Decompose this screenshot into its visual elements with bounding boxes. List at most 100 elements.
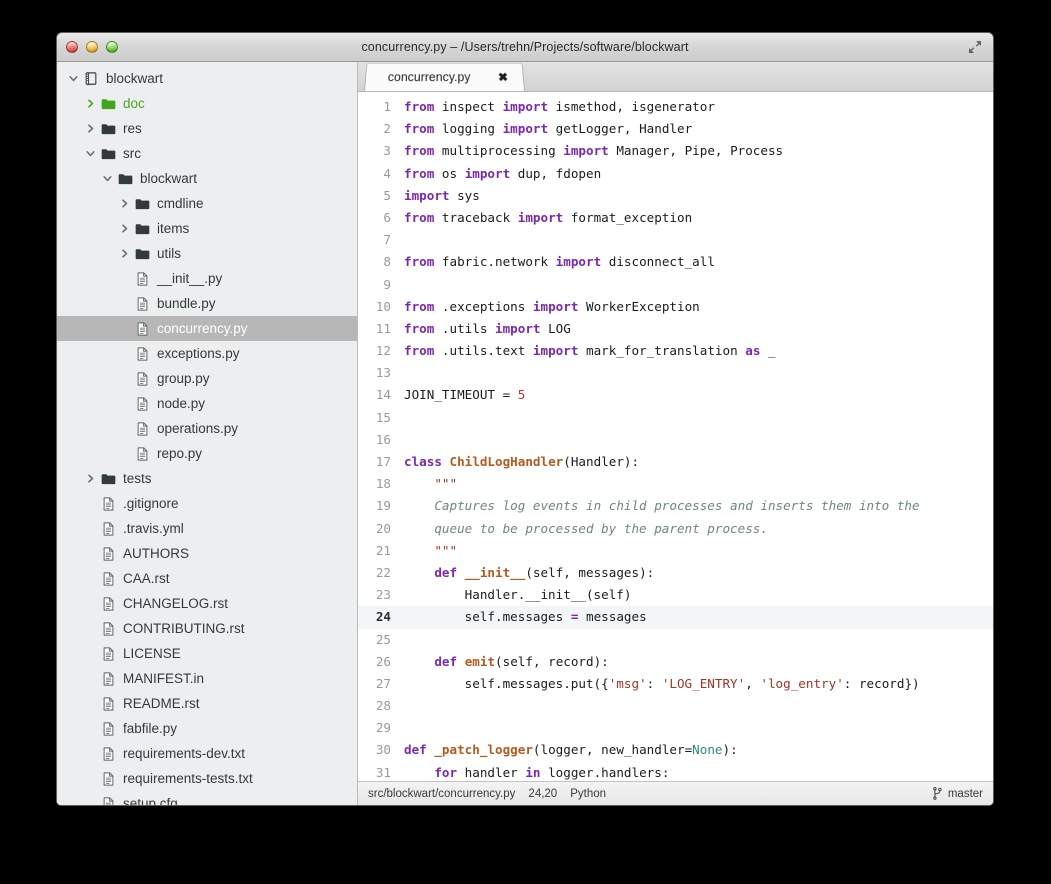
minimize-button[interactable] (86, 41, 98, 53)
code-line[interactable]: 7 (358, 229, 993, 251)
code-content[interactable]: 1 from inspect import ismethod, isgenerat… (358, 96, 993, 781)
code-line[interactable]: 28 (358, 695, 993, 717)
sidebar-item-tests[interactable]: tests (57, 466, 357, 491)
sidebar-item-items[interactable]: items (57, 216, 357, 241)
title-bar[interactable]: concurrency.py – /Users/trehn/Projects/s… (57, 33, 993, 62)
file-icon (98, 621, 118, 636)
file-icon (132, 346, 152, 361)
status-cursor-position: 24,20 (528, 787, 558, 800)
sidebar-item-requirements-dev-txt[interactable]: requirements-dev.txt (57, 741, 357, 766)
line-number: 8 (383, 254, 391, 270)
code-line[interactable]: 27 self.messages.put({'msg': 'LOG_ENTRY'… (358, 673, 993, 695)
maximize-button[interactable] (106, 41, 118, 53)
code-line[interactable]: 17 class ChildLogHandler(Handler): (358, 451, 993, 473)
line-number: 13 (375, 365, 391, 381)
code-line[interactable]: 25 (358, 629, 993, 651)
sidebar-item-authors[interactable]: AUTHORS (57, 541, 357, 566)
sidebar-item-gitignore[interactable]: .gitignore (57, 491, 357, 516)
code-line[interactable]: 19 Captures log events in child processe… (358, 495, 993, 517)
sidebar-item-res[interactable]: res (57, 116, 357, 141)
sidebar-item-changelog-rst[interactable]: CHANGELOG.rst (57, 591, 357, 616)
code-line[interactable]: 18 """ (358, 473, 993, 495)
line-number: 19 (375, 498, 391, 514)
sidebar-item-concurrency-py[interactable]: concurrency.py (57, 316, 357, 341)
code-line[interactable]: 16 (358, 429, 993, 451)
chevron-right-icon[interactable] (82, 124, 98, 133)
code-line[interactable]: 11 from .utils import LOG (358, 318, 993, 340)
code-line[interactable]: 13 (358, 362, 993, 384)
status-file-path: src/blockwart/concurrency.py (368, 787, 516, 800)
sidebar-item-cmdline[interactable]: cmdline (57, 191, 357, 216)
sidebar-item-group-py[interactable]: group.py (57, 366, 357, 391)
code-line[interactable]: 3 from multiprocessing import Manager, Pi… (358, 140, 993, 162)
code-line[interactable]: 15 (358, 407, 993, 429)
sidebar-item-requirements-tests-txt[interactable]: requirements-tests.txt (57, 766, 357, 791)
sidebar-item-label: src (123, 146, 141, 161)
sidebar-item-caa-rst[interactable]: CAA.rst (57, 566, 357, 591)
chevron-right-icon[interactable] (82, 474, 98, 483)
close-icon[interactable]: ✖ (498, 70, 509, 84)
code-line[interactable]: 5 import sys (358, 185, 993, 207)
code-line[interactable]: 8 from fabric.network import disconnect_a… (358, 251, 993, 273)
sidebar-item-src[interactable]: src (57, 141, 357, 166)
chevron-right-icon[interactable] (82, 99, 98, 108)
sidebar-item-utils[interactable]: utils (57, 241, 357, 266)
sidebar-item-label: MANIFEST.in (123, 671, 205, 686)
chevron-right-icon[interactable] (116, 249, 132, 258)
code-line[interactable]: 9 (358, 274, 993, 296)
code-line[interactable]: 23 Handler.__init__(self) (358, 584, 993, 606)
sidebar-item-travis-yml[interactable]: .travis.yml (57, 516, 357, 541)
sidebar-item-label: CAA.rst (123, 571, 170, 586)
sidebar-item-label: bundle.py (157, 296, 216, 311)
status-bar: src/blockwart/concurrency.py 24,20 Pytho… (358, 781, 993, 805)
code-line[interactable]: 26 def emit(self, record): (358, 651, 993, 673)
file-icon (132, 396, 152, 411)
line-number: 24 (375, 609, 391, 625)
status-branch-name[interactable]: master (948, 788, 983, 800)
sidebar-item-fabfile-py[interactable]: fabfile.py (57, 716, 357, 741)
sidebar-item-operations-py[interactable]: operations.py (57, 416, 357, 441)
code-line[interactable]: 30 def _patch_logger(logger, new_handler=… (358, 739, 993, 761)
sidebar-item-node-py[interactable]: node.py (57, 391, 357, 416)
tab-concurrency-py[interactable]: concurrency.py ✖ (364, 62, 525, 91)
sidebar-item-readme-rst[interactable]: README.rst (57, 691, 357, 716)
code-line[interactable]: 12 from .utils.text import mark_for_trans… (358, 340, 993, 362)
folder-icon (132, 248, 152, 260)
code-line[interactable]: 14 JOIN_TIMEOUT = 5 (358, 384, 993, 406)
sidebar-item-bundle-py[interactable]: bundle.py (57, 291, 357, 316)
sidebar-item-license[interactable]: LICENSE (57, 641, 357, 666)
code-line[interactable]: 6 from traceback import format_exception (358, 207, 993, 229)
code-line[interactable]: 29 (358, 717, 993, 739)
sidebar-item-contributing-rst[interactable]: CONTRIBUTING.rst (57, 616, 357, 641)
code-line[interactable]: 24 self.messages = messages (358, 606, 993, 629)
code-line[interactable]: 31 for handler in logger.handlers: (358, 762, 993, 781)
status-language: Python (570, 787, 607, 800)
code-line[interactable]: 10 from .exceptions import WorkerExceptio… (358, 296, 993, 318)
code-line-text: from traceback import format_exception (404, 209, 693, 225)
sidebar-item-blockwart[interactable]: blockwart (57, 166, 357, 191)
sidebar-item-repo-py[interactable]: repo.py (57, 441, 357, 466)
code-line[interactable]: 20 queue to be processed by the parent p… (358, 518, 993, 540)
sidebar-item-exceptions-py[interactable]: exceptions.py (57, 341, 357, 366)
file-tree-sidebar[interactable]: blockwart doc res src blockwart cmdline items u… (57, 62, 358, 805)
sidebar-item-manifest-in[interactable]: MANIFEST.in (57, 666, 357, 691)
code-line[interactable]: 1 from inspect import ismethod, isgenerat… (358, 96, 993, 118)
fullscreen-icon[interactable] (967, 39, 983, 55)
sidebar-item-setup-cfg[interactable]: setup.cfg (57, 791, 357, 805)
close-button[interactable] (66, 41, 78, 53)
window-title: concurrency.py – /Users/trehn/Projects/s… (361, 40, 689, 54)
chevron-down-icon[interactable] (99, 174, 115, 183)
sidebar-item-init-py[interactable]: __init__.py (57, 266, 357, 291)
sidebar-item-blockwart[interactable]: blockwart (57, 66, 357, 91)
chevron-right-icon[interactable] (116, 224, 132, 233)
code-viewport[interactable]: 1 from inspect import ismethod, isgenerat… (358, 92, 993, 781)
sidebar-item-doc[interactable]: doc (57, 91, 357, 116)
code-line[interactable]: 22 def __init__(self, messages): (358, 562, 993, 584)
code-line[interactable]: 2 from logging import getLogger, Handler (358, 118, 993, 140)
code-line[interactable]: 21 """ (358, 540, 993, 562)
line-number: 5 (383, 187, 391, 203)
chevron-right-icon[interactable] (116, 199, 132, 208)
chevron-down-icon[interactable] (82, 149, 98, 158)
code-line[interactable]: 4 from os import dup, fdopen (358, 163, 993, 185)
chevron-down-icon[interactable] (65, 74, 81, 83)
